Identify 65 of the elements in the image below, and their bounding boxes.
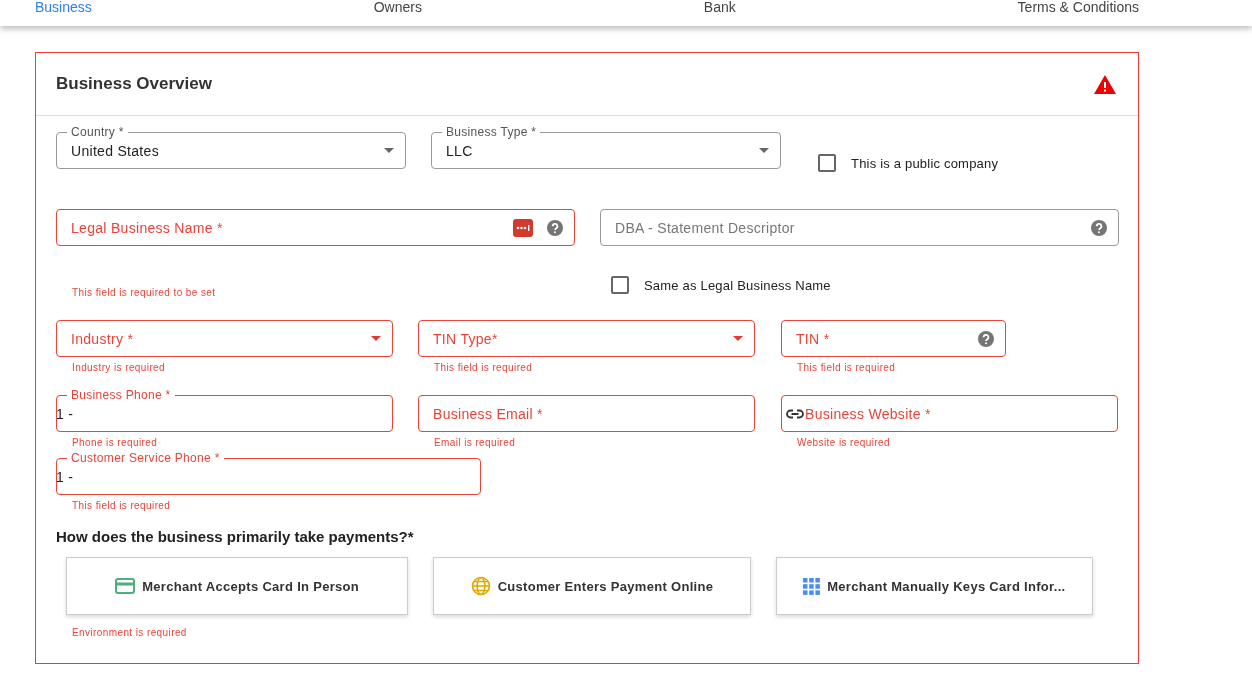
caret-icon [733,336,743,341]
select-field[interactable]: Business Type * LLC [431,123,781,169]
field-label: TIN * [796,330,830,347]
option-label: Merchant Manually Keys Card Infor... [827,578,1066,594]
tab[interactable]: Owners [373,0,422,26]
option-label: Merchant Accepts Card In Person [142,578,360,594]
field-label: TIN Type* [433,330,498,347]
field-value: 1 - [56,468,74,485]
checkbox-square[interactable] [818,154,836,172]
tab[interactable]: Business [35,0,92,26]
text-field[interactable]: DBA - Statement Descriptor [600,200,1119,246]
floating-label: Country * [67,125,128,139]
error-message: Industry is required [71,362,167,374]
field-label: DBA - Statement Descriptor [615,219,795,236]
error-message: This field is required to be set [71,287,217,299]
checkbox-label: This is a public company [851,155,999,171]
checkbox[interactable]: This is a public company [818,154,1118,172]
select-field[interactable]: Industry * [56,311,393,357]
section-title: Business Overview [56,74,212,94]
field-value: LLC [446,142,473,159]
tab[interactable]: Terms & Conditions [1017,0,1139,26]
field-value: United States [71,142,159,159]
floating-label: Business Type * [442,125,541,139]
error-message: Website is required [796,437,891,449]
help-icon[interactable] [978,330,994,347]
error-message: This field is required [796,362,897,374]
floating-label: Customer Service Phone * [67,451,224,465]
text-field[interactable]: Legal Business Name * [56,200,575,246]
text-field[interactable]: Business Email * [418,386,755,432]
field-label: Industry * [71,330,134,347]
field-label: Business Email * [433,405,543,422]
payment-option-button[interactable]: Merchant Manually Keys Card Infor... [775,557,1093,615]
tab[interactable]: Bank [703,0,736,26]
help-icon[interactable] [547,219,563,236]
link-icon [786,408,804,419]
payment-option-button[interactable]: Merchant Accepts Card In Person [66,557,409,615]
error-message: Email is required [433,437,517,449]
globe-icon [470,576,491,596]
password-manager-icon[interactable] [513,218,533,237]
error-message: This field is required [433,362,534,374]
error-message: Environment is required [71,627,188,639]
select-field[interactable]: Country * United States [56,123,406,169]
checkbox-label: Same as Legal Business Name [644,277,831,293]
credit-card-icon [115,578,136,594]
phone-field[interactable]: Business Phone * 1 - [56,386,393,432]
floating-label: Business Phone * [67,388,175,402]
field-label: Legal Business Name * [71,219,223,236]
help-icon[interactable] [1091,219,1107,236]
text-field[interactable]: TIN * [781,311,1006,357]
error-message: Phone is required [71,437,159,449]
phone-field[interactable]: Customer Service Phone * 1 - [56,449,481,495]
grid-icon [803,577,821,595]
option-label: Customer Enters Payment Online [497,578,714,594]
field-label: Business Website * [805,405,931,422]
caret-icon [384,148,394,153]
url-field[interactable]: Business Website * [781,386,1118,432]
payment-option-button[interactable]: Customer Enters Payment Online [433,557,751,615]
question-label: How does the business primarily take payments?* [56,528,415,545]
select-field[interactable]: TIN Type* [418,311,755,357]
checkbox[interactable]: Same as Legal Business Name [611,276,1011,294]
caret-icon [759,148,769,153]
field-value: 1 - [56,405,74,422]
error-message: This field is required [71,500,172,512]
checkbox-square[interactable] [611,276,629,294]
caret-icon [371,336,381,341]
